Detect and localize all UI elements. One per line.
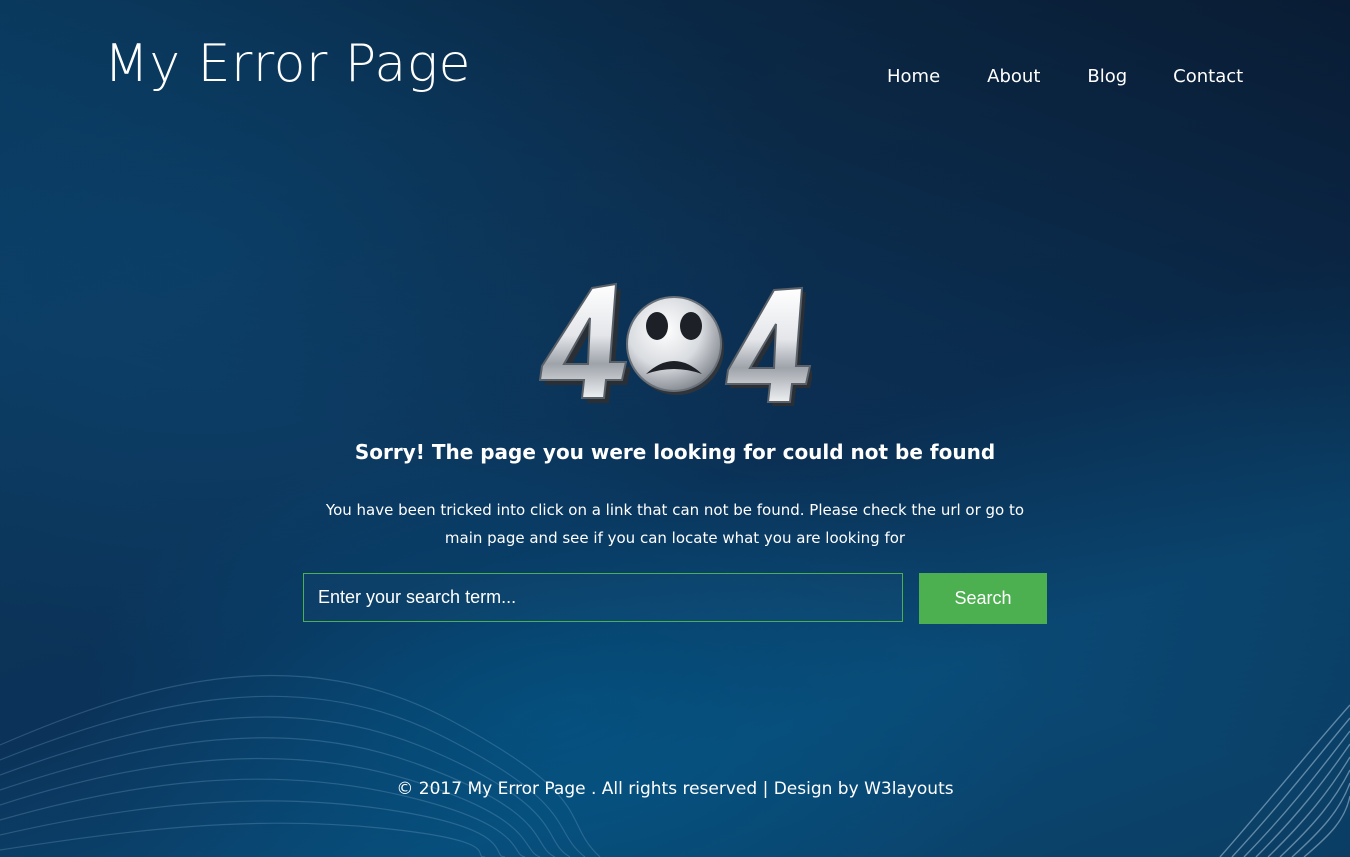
background-waves <box>0 674 1350 857</box>
error-404-graphic <box>538 282 812 406</box>
search-button[interactable]: Search <box>919 573 1047 624</box>
error-description: You have been tricked into click on a li… <box>325 501 1025 547</box>
search-input[interactable] <box>303 573 903 622</box>
nav-about[interactable]: About <box>987 66 1040 88</box>
footer-copyright: © 2017 My Error Page . All rights reserv… <box>396 779 954 799</box>
nav-home[interactable]: Home <box>887 66 940 88</box>
error-heading: Sorry! The page you were looking for cou… <box>354 440 996 464</box>
nav-blog[interactable]: Blog <box>1087 66 1127 88</box>
nav-contact[interactable]: Contact <box>1173 66 1243 88</box>
main-nav: Home About Blog Contact <box>887 66 1243 88</box>
sad-face-icon <box>626 296 724 395</box>
site-brand[interactable]: My Error Page <box>104 38 471 90</box>
background-vignette <box>0 0 1350 857</box>
